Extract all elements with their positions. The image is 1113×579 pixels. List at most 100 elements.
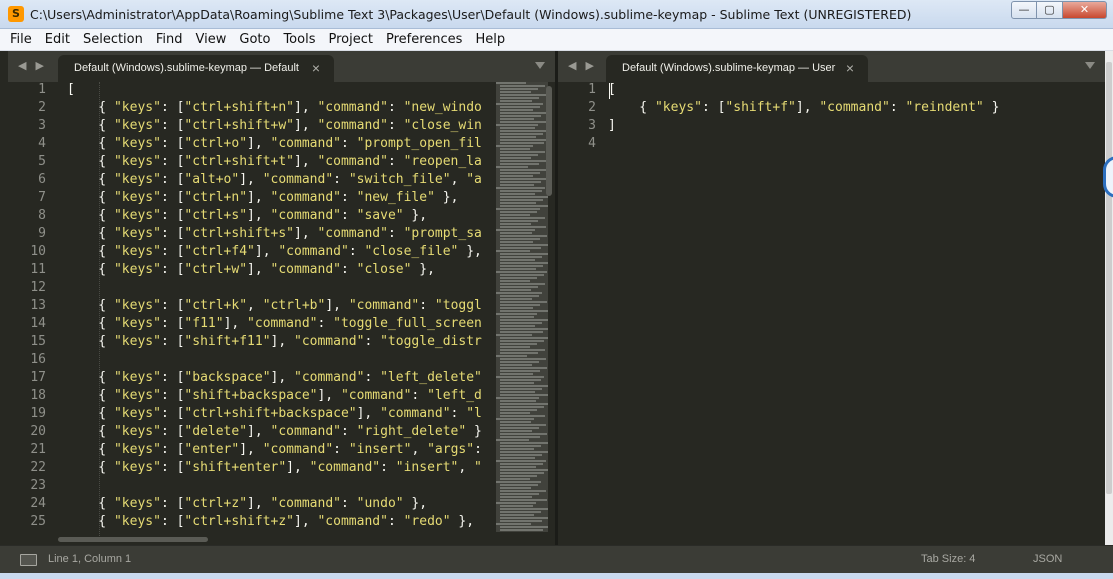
code-line: { "keys": ["f11"], "command": "toggle_fu… (67, 316, 482, 331)
menu-help[interactable]: Help (475, 32, 505, 47)
line-number: 6 (38, 172, 46, 187)
code-line: { "keys": ["enter"], "command": "insert"… (67, 442, 482, 457)
tab-nav-arrows-icon[interactable]: ◀ ▶ (568, 59, 597, 72)
code-line: { "keys": ["shift+enter"], "command": "i… (67, 460, 482, 475)
right-editor-pane: ◀ ▶ Default (Windows).sublime-keymap — U… (558, 51, 1105, 545)
close-window-button[interactable]: ✕ (1063, 1, 1107, 19)
code-line: { "keys": ["ctrl+shift+backspace"], "com… (67, 406, 482, 421)
line-number: 22 (30, 460, 46, 475)
left-editor-pane: ◀ ▶ Default (Windows).sublime-keymap — D… (8, 51, 555, 545)
tab-user-keymap[interactable]: Default (Windows).sublime-keymap — User … (606, 55, 868, 82)
line-number: 10 (30, 244, 46, 259)
line-number: 16 (30, 352, 46, 367)
line-number-gutter: 1 2 3 4 (558, 82, 606, 154)
code-line: { "keys": ["ctrl+f4"], "command": "close… (67, 244, 482, 259)
maximize-button[interactable]: ▢ (1037, 1, 1063, 19)
menu-file[interactable]: File (10, 32, 32, 47)
line-number-gutter: 1 2 3 4 5 6 7 8 9 10 11 12 13 14 15 16 17 18 19 20 21 22 23 24 2… (8, 82, 56, 532)
menu-edit[interactable]: Edit (45, 32, 70, 47)
code-line: { "keys": ["ctrl+shift+t"], "command": "… (67, 154, 482, 169)
horizontal-scrollbar[interactable] (58, 537, 208, 542)
menu-view[interactable]: View (196, 32, 227, 47)
tab-label: Default (Windows).sublime-keymap — User (622, 62, 836, 74)
title-bar: S C:\Users\Administrator\AppData\Roaming… (0, 0, 1113, 29)
code-line: { "keys": ["ctrl+o"], "command": "prompt… (67, 136, 482, 151)
left-code-area[interactable]: 1 2 3 4 5 6 7 8 9 10 11 12 13 14 15 16 17 18 19 20 21 22 23 24 2… (8, 82, 496, 542)
editor-area: ◀ ▶ Default (Windows).sublime-keymap — D… (0, 51, 1113, 545)
tab-close-icon[interactable]: × (312, 60, 320, 76)
line-number: 5 (38, 154, 46, 169)
tab-dropdown-icon[interactable] (1085, 62, 1095, 69)
vertical-scrollbar[interactable] (546, 86, 552, 196)
code-text: [ { "keys": ["ctrl+shift+n"], "command":… (67, 82, 482, 532)
line-number: 9 (38, 226, 46, 241)
line-number: 15 (30, 334, 46, 349)
code-line: { "keys": ["shift+f"], "command": "reind… (608, 100, 1000, 115)
code-line: { "keys": ["alt+o"], "command": "switch_… (67, 172, 482, 187)
right-code-area[interactable]: 1 2 3 4 [ { "keys": ["shift+f"], "command":… (558, 82, 1105, 542)
sublime-app-icon: S (8, 6, 24, 22)
window-edge-scroll-thumb[interactable] (1106, 62, 1112, 494)
line-number: 17 (30, 370, 46, 385)
code-line: { "keys": ["ctrl+z"], "command": "undo" … (67, 496, 428, 511)
tab-dropdown-icon[interactable] (535, 62, 545, 69)
code-line: { "keys": ["ctrl+shift+s"], "command": "… (67, 226, 482, 241)
menu-find[interactable]: Find (156, 32, 183, 47)
line-number: 13 (30, 298, 46, 313)
line-number: 1 (38, 82, 46, 97)
line-number: 2 (588, 100, 596, 115)
menu-tools[interactable]: Tools (283, 32, 315, 47)
code-text: [ { "keys": ["shift+f"], "command": "rei… (608, 82, 999, 154)
line-number: 8 (38, 208, 46, 223)
code-line: [ (608, 82, 616, 97)
floating-ball-icon[interactable] (1103, 156, 1113, 198)
code-line: { "keys": ["ctrl+s"], "command": "save" … (67, 208, 428, 223)
code-line: { "keys": ["delete"], "command": "right_… (67, 424, 482, 439)
window-controls: — ▢ ✕ (1011, 1, 1107, 19)
window-title: C:\Users\Administrator\AppData\Roaming\S… (30, 7, 912, 22)
line-number: 4 (588, 136, 596, 151)
code-line: { "keys": ["shift+f11"], "command": "tog… (67, 334, 482, 349)
code-line: ] (608, 118, 616, 133)
code-line: { "keys": ["ctrl+shift+z"], "command": "… (67, 514, 475, 529)
code-line: { "keys": ["ctrl+k", "ctrl+b"], "command… (67, 298, 482, 313)
line-number: 20 (30, 424, 46, 439)
line-number: 12 (30, 280, 46, 295)
panel-toggle-icon[interactable] (20, 554, 37, 566)
tab-size-indicator[interactable]: Tab Size: 4 (921, 553, 975, 565)
right-tab-bar: ◀ ▶ Default (Windows).sublime-keymap — U… (558, 51, 1105, 82)
menu-goto[interactable]: Goto (239, 32, 270, 47)
tab-nav-arrows-icon[interactable]: ◀ ▶ (18, 59, 47, 72)
left-tab-bar: ◀ ▶ Default (Windows).sublime-keymap — D… (8, 51, 555, 82)
status-bar: Line 1, Column 1 Tab Size: 4 JSON (0, 545, 1113, 573)
code-line: { "keys": ["ctrl+w"], "command": "close"… (67, 262, 435, 277)
tab-label: Default (Windows).sublime-keymap — Defau… (74, 62, 299, 74)
line-number: 3 (588, 118, 596, 133)
minimize-button[interactable]: — (1011, 1, 1037, 19)
code-line: [ (67, 82, 75, 97)
window-bottom-border (0, 573, 1113, 579)
line-number: 4 (38, 136, 46, 151)
minimap-viewport[interactable] (496, 82, 548, 532)
menu-preferences[interactable]: Preferences (386, 32, 462, 47)
cursor-position: Line 1, Column 1 (48, 553, 132, 565)
menu-bar: File Edit Selection Find View Goto Tools… (0, 29, 1113, 51)
line-number: 2 (38, 100, 46, 115)
code-line: { "keys": ["shift+backspace"], "command"… (67, 388, 482, 403)
line-number: 3 (38, 118, 46, 133)
code-line: { "keys": ["ctrl+shift+w"], "command": "… (67, 118, 482, 133)
line-number: 25 (30, 514, 46, 529)
tab-close-icon[interactable]: × (846, 60, 854, 76)
line-number: 23 (30, 478, 46, 493)
code-line: { "keys": ["ctrl+shift+n"], "command": "… (67, 100, 482, 115)
menu-project[interactable]: Project (328, 32, 372, 47)
syntax-indicator[interactable]: JSON (1033, 553, 1062, 565)
tab-default-keymap[interactable]: Default (Windows).sublime-keymap — Defau… (58, 55, 334, 82)
line-number: 11 (30, 262, 46, 277)
line-number: 19 (30, 406, 46, 421)
menu-selection[interactable]: Selection (83, 32, 143, 47)
